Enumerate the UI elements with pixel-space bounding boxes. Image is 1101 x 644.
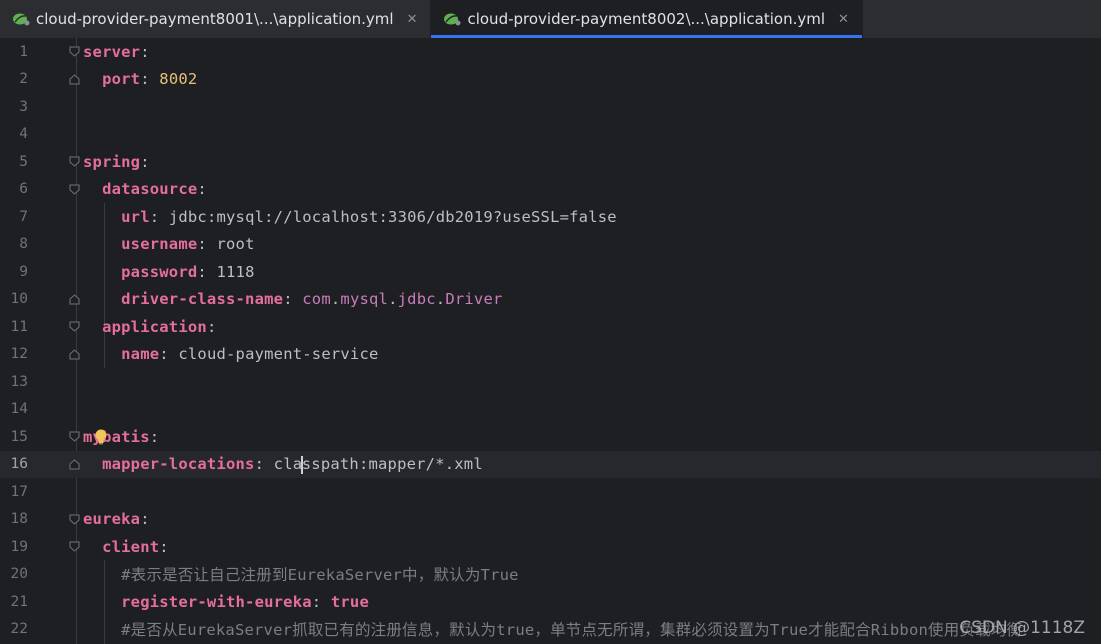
watermark-text: CSDN @1118Z xyxy=(959,618,1085,638)
tab-payment8001-application-yml[interactable]: cloud-provider-payment8001\...\applicati… xyxy=(0,0,432,38)
line-number: 12 xyxy=(10,346,28,363)
code-text: url: jdbc:mysql://localhost:3306/db2019?… xyxy=(121,207,617,226)
editor-tab-bar: cloud-provider-payment8001\...\applicati… xyxy=(0,0,1101,39)
line-number: 22 xyxy=(10,621,28,638)
code-text: server: xyxy=(83,42,150,61)
code-line[interactable]: 3 xyxy=(0,93,1101,121)
close-icon[interactable]: ✕ xyxy=(404,10,421,29)
code-line[interactable]: 18 eureka: xyxy=(0,506,1101,534)
code-editor[interactable]: 1 server: 2 port: 8002 3 4 5 spring: 6 datasour… xyxy=(0,38,1101,644)
line-number: 19 xyxy=(10,538,28,555)
line-number: 5 xyxy=(19,153,28,170)
code-line[interactable]: 21 register-with-eureka: true xyxy=(0,588,1101,616)
line-number: 3 xyxy=(19,98,28,115)
line-number: 1 xyxy=(19,43,28,60)
line-number: 21 xyxy=(10,593,28,610)
line-number: 9 xyxy=(19,263,28,280)
code-line[interactable]: 14 xyxy=(0,396,1101,424)
code-text: datasource: xyxy=(102,180,207,199)
line-number: 20 xyxy=(10,566,28,583)
code-line[interactable]: 7 url: jdbc:mysql://localhost:3306/db201… xyxy=(0,203,1101,231)
line-number: 4 xyxy=(19,126,28,143)
code-text: #是否从EurekaServer抓取已有的注册信息，默认为true，单节点无所谓… xyxy=(121,621,1023,640)
fold-end-icon[interactable] xyxy=(69,294,80,305)
line-number: 14 xyxy=(10,401,28,418)
fold-open-icon[interactable] xyxy=(69,514,80,525)
code-line[interactable]: 6 datasource: xyxy=(0,176,1101,204)
code-line[interactable]: 10 driver-class-name: com.mysql.jdbc.Dri… xyxy=(0,286,1101,314)
code-text: mapper-locations: classpath:mapper/*.xml xyxy=(102,455,483,474)
fold-open-icon[interactable] xyxy=(69,541,80,552)
code-line[interactable]: 4 xyxy=(0,121,1101,149)
code-text: name: cloud-payment-service xyxy=(121,345,379,364)
code-line[interactable]: 16 mapper-locations: classpath:mapper/*.… xyxy=(0,450,1101,478)
code-text: port: 8002 xyxy=(102,70,198,89)
line-number: 2 xyxy=(19,71,28,88)
code-line[interactable]: 1 server: xyxy=(0,38,1101,66)
spring-leaf-icon xyxy=(12,12,30,26)
tab-label: cloud-provider-payment8002\...\applicati… xyxy=(467,10,826,28)
spring-leaf-icon xyxy=(443,12,461,26)
tab-label: cloud-provider-payment8001\...\applicati… xyxy=(36,10,394,28)
code-line[interactable]: 2 port: 8002 xyxy=(0,66,1101,94)
code-line[interactable]: 12 name: cloud-payment-service xyxy=(0,341,1101,369)
code-line[interactable]: 17 xyxy=(0,478,1101,506)
line-number: 11 xyxy=(10,318,28,335)
line-number: 8 xyxy=(19,236,28,253)
line-number: 6 xyxy=(19,181,28,198)
fold-end-icon[interactable] xyxy=(69,74,80,85)
code-text: register-with-eureka: true xyxy=(121,592,369,611)
fold-end-icon[interactable] xyxy=(69,349,80,360)
code-text: eureka: xyxy=(83,510,150,529)
tab-payment8002-application-yml[interactable]: cloud-provider-payment8002\...\applicati… xyxy=(431,0,863,38)
code-line[interactable]: 9 password: 1118 xyxy=(0,258,1101,286)
line-number: 10 xyxy=(10,291,28,308)
line-number: 7 xyxy=(19,208,28,225)
code-line[interactable]: 11 application: xyxy=(0,313,1101,341)
line-number: 13 xyxy=(10,373,28,390)
code-line[interactable]: 8 username: root xyxy=(0,231,1101,259)
code-text: spring: xyxy=(83,152,150,171)
code-text: password: 1118 xyxy=(121,262,255,281)
close-icon[interactable]: ✕ xyxy=(835,10,852,29)
code-line[interactable]: 20 #表示是否让自己注册到EurekaServer中，默认为True xyxy=(0,561,1101,589)
code-text: driver-class-name: com.mysql.jdbc.Driver xyxy=(121,290,503,309)
code-text: #表示是否让自己注册到EurekaServer中，默认为True xyxy=(121,566,519,585)
code-text: username: root xyxy=(121,235,255,254)
line-number: 15 xyxy=(10,428,28,445)
code-text: application: xyxy=(102,317,217,336)
fold-open-icon[interactable] xyxy=(69,321,80,332)
code-line[interactable]: 13 xyxy=(0,368,1101,396)
fold-open-icon[interactable] xyxy=(69,156,80,167)
code-line[interactable]: 15 mybatis: xyxy=(0,423,1101,451)
code-line[interactable]: 5 spring: xyxy=(0,148,1101,176)
fold-open-icon[interactable] xyxy=(69,46,80,57)
line-number: 17 xyxy=(10,483,28,500)
fold-open-icon[interactable] xyxy=(69,184,80,195)
fold-open-icon[interactable] xyxy=(69,431,80,442)
code-line[interactable]: 19 client: xyxy=(0,533,1101,561)
code-line[interactable]: 22 #是否从EurekaServer抓取已有的注册信息，默认为true，单节点… xyxy=(0,616,1101,644)
fold-end-icon[interactable] xyxy=(69,459,80,470)
line-number: 16 xyxy=(10,456,28,473)
line-number: 18 xyxy=(10,511,28,528)
code-text: client: xyxy=(102,537,169,556)
lightbulb-icon[interactable] xyxy=(94,429,108,445)
